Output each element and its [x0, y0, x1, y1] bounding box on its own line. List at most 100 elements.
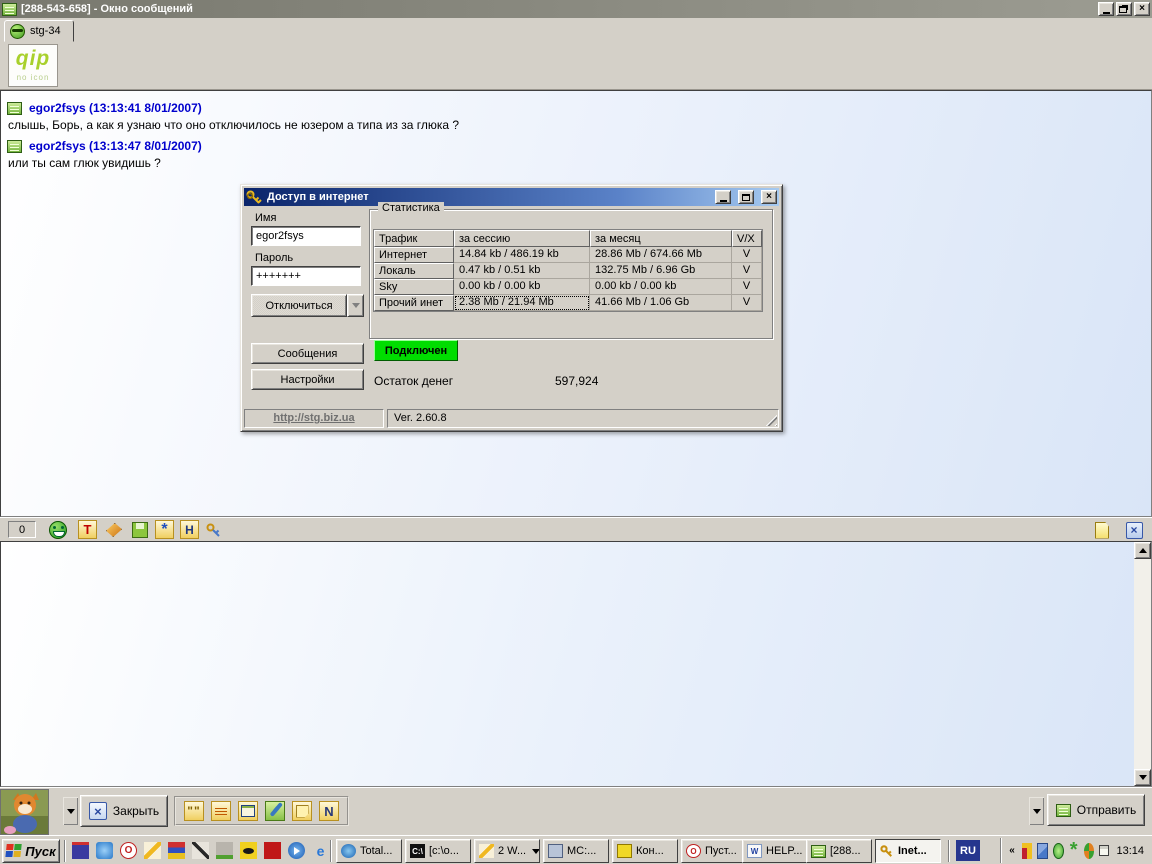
chevron-down-icon [1033, 809, 1041, 814]
vertical-scrollbar[interactable] [1134, 542, 1151, 786]
qip-logo-subtext: no icon [9, 73, 57, 82]
tray-globe-icon[interactable] [1084, 843, 1094, 859]
task-mc[interactable]: MC:... [543, 839, 609, 863]
tray-collapse-chevron[interactable]: « [1007, 843, 1017, 859]
task-help-doc[interactable]: W HELP... [742, 839, 808, 863]
task-total-commander[interactable]: Total... [336, 839, 402, 863]
message-input-area[interactable] [0, 541, 1152, 787]
close-button[interactable]: × [1134, 2, 1150, 16]
insert-history-button[interactable] [238, 801, 258, 821]
quicklaunch-mail-icon[interactable] [96, 842, 113, 859]
table-row-header[interactable]: Прочий инет [374, 295, 454, 311]
char-counter: 0 [8, 521, 36, 538]
resize-grip[interactable] [765, 414, 777, 426]
quote-button[interactable]: "" [184, 801, 204, 821]
tab-stg-34[interactable]: stg-34 [4, 20, 74, 42]
internet-access-dialog: Доступ в интернет × Имя Пароль Отключить… [240, 184, 783, 432]
dialog-maximize-button[interactable] [738, 190, 754, 204]
scroll-down-button[interactable] [1134, 769, 1151, 786]
close-chat-button[interactable]: × Закрыть [80, 795, 168, 827]
restore-button[interactable] [1116, 2, 1132, 16]
send-button[interactable]: Отправить [1047, 794, 1145, 826]
send-bar: × Закрыть "" N Отправить [0, 787, 1152, 835]
snowflake-button[interactable]: * [155, 520, 174, 539]
tray-mail-icon[interactable] [1099, 845, 1110, 856]
task-label: MC:... [567, 845, 596, 857]
table-cell: 132.75 Mb / 6.96 Gb [590, 263, 732, 279]
task-message-window[interactable]: [288... [806, 839, 872, 863]
smiley-picker-button[interactable] [48, 520, 68, 540]
save-button[interactable] [130, 520, 150, 540]
column-header[interactable]: за сессию [454, 230, 590, 247]
template-button[interactable] [211, 801, 231, 821]
site-link[interactable]: http://stg.biz.ua [244, 409, 384, 428]
messages-button[interactable]: Сообщения [251, 343, 364, 364]
table-cell: V [732, 295, 762, 311]
table-row-header[interactable]: Sky [374, 279, 454, 295]
floppy-icon [132, 522, 148, 538]
send-options-dropdown[interactable] [1028, 796, 1045, 826]
task-konsole[interactable]: Кон... [612, 839, 678, 863]
quicklaunch-telescope-icon[interactable] [192, 842, 209, 859]
new-page-button[interactable] [1092, 520, 1112, 540]
color-button[interactable] [104, 520, 124, 540]
task-label: 2 W... [498, 845, 526, 857]
task-label: Inet... [898, 845, 927, 857]
table-row-header[interactable]: Интернет [374, 247, 454, 263]
tray-clock: 13:14 [1116, 845, 1144, 857]
quicklaunch-mediaplayer-icon[interactable] [288, 842, 305, 859]
column-header[interactable]: V/X [732, 230, 762, 247]
history-button[interactable]: H [180, 520, 199, 539]
minimize-button[interactable] [1098, 2, 1114, 16]
table-row-header[interactable]: Локаль [374, 263, 454, 279]
scroll-up-button[interactable] [1134, 542, 1151, 559]
column-header[interactable]: Трафик [374, 230, 454, 247]
quicklaunch-opera-icon[interactable]: O [120, 842, 137, 859]
quicklaunch-remote-computer-icon[interactable] [216, 842, 233, 859]
avatar[interactable] [0, 789, 49, 835]
settings-button[interactable]: Настройки [251, 369, 364, 390]
quicklaunch-batman-icon[interactable] [240, 842, 257, 859]
arrow-up-icon [1139, 548, 1147, 553]
task-opera-empty[interactable]: O Пуст... [681, 839, 747, 863]
close-options-dropdown[interactable] [62, 796, 79, 826]
password-input[interactable] [251, 266, 361, 286]
cat-avatar-image [1, 790, 48, 834]
disconnect-button[interactable]: Отключиться [251, 294, 347, 317]
quicklaunch-ie-icon[interactable]: e [312, 842, 329, 859]
column-header[interactable]: за месяц [590, 230, 732, 247]
connection-status-badge: Подключен [374, 340, 458, 361]
message-icon [811, 845, 826, 858]
balance-value: 597,924 [555, 374, 598, 388]
access-keys-button[interactable] [204, 520, 224, 540]
task-inet-active[interactable]: Inet... [875, 839, 941, 863]
task-winamp-group[interactable]: 2 W... [474, 839, 540, 863]
notes-button[interactable]: N [319, 801, 339, 821]
font-button[interactable]: T [78, 520, 97, 539]
panel-close-button[interactable]: × [1124, 520, 1144, 540]
task-console[interactable]: C:\ [c:\o... [405, 839, 471, 863]
send-label: Отправить [1077, 803, 1137, 817]
table-cell: 2.38 Mb / 21.94 Mb [454, 295, 590, 311]
close-chat-label: Закрыть [113, 804, 159, 818]
tray-app-icon[interactable] [1022, 843, 1032, 859]
quicklaunch-floppy-icon[interactable] [72, 842, 89, 859]
disconnect-dropdown-button[interactable] [347, 294, 364, 317]
start-button[interactable]: Пуск [2, 839, 60, 863]
tray-clock-icon[interactable] [1053, 843, 1064, 859]
quick-actions-group: "" N [174, 796, 349, 826]
message-item: egor2fsys (13:13:41 8/01/2007) слышь, Бо… [7, 101, 1145, 132]
login-input[interactable] [251, 226, 361, 246]
dialog-close-button[interactable]: × [761, 190, 777, 204]
total-commander-icon [341, 844, 356, 858]
tray-icq-flower-icon[interactable]: * [1069, 843, 1079, 859]
note-button[interactable] [292, 801, 312, 821]
tools-button[interactable] [265, 801, 285, 821]
language-indicator[interactable]: RU [956, 840, 980, 861]
dialog-minimize-button[interactable] [715, 190, 731, 204]
tray-network-icon[interactable] [1037, 843, 1048, 859]
quicklaunch-winamp-icon[interactable] [144, 842, 161, 859]
taskbar-divider [948, 840, 950, 862]
quicklaunch-1c-icon[interactable] [264, 842, 281, 859]
quicklaunch-colors-icon[interactable] [168, 842, 185, 859]
